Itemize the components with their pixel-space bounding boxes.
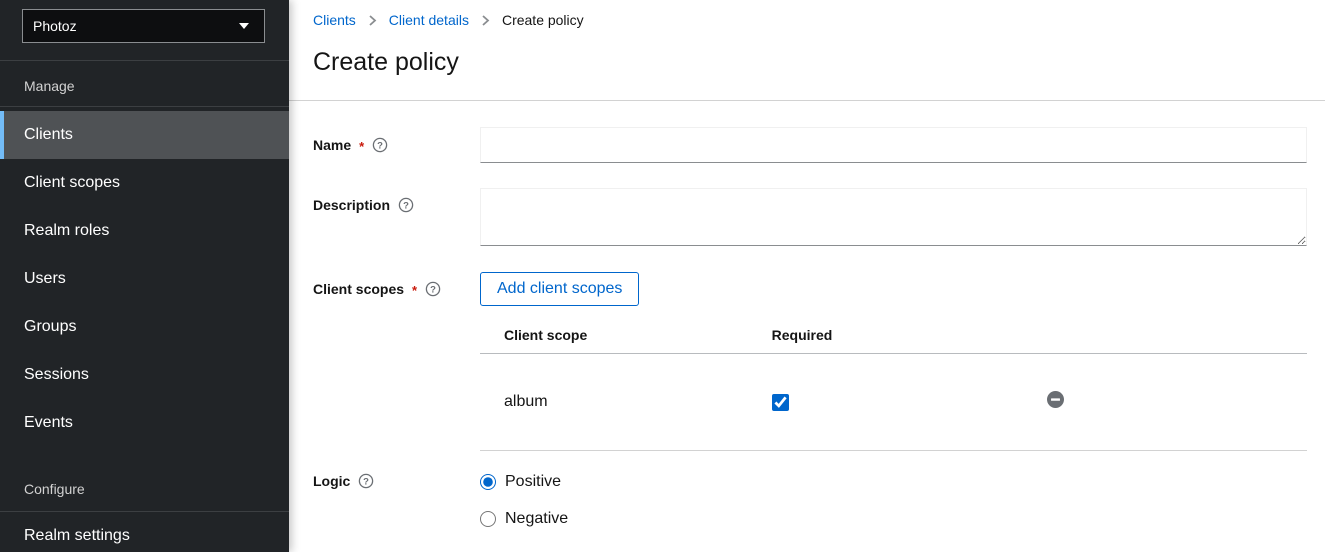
cell-client-scope: album <box>480 393 756 411</box>
svg-text:?: ? <box>363 476 369 487</box>
positive-radio[interactable] <box>480 474 496 490</box>
help-icon[interactable]: ? <box>372 137 388 153</box>
logic-option-positive[interactable]: Positive <box>480 473 1307 491</box>
table-row: album <box>480 354 1307 451</box>
svg-text:?: ? <box>403 200 409 211</box>
name-input[interactable] <box>480 127 1307 163</box>
svg-text:?: ? <box>377 140 383 151</box>
realm-selector-value: Photoz <box>33 18 77 34</box>
client-scopes-table: Client scope Required album <box>480 317 1307 451</box>
description-label: Description ? <box>313 188 480 213</box>
sidebar-item-sessions[interactable]: Sessions <box>0 351 289 399</box>
help-icon[interactable]: ? <box>358 473 374 489</box>
sidebar-item-realm-roles[interactable]: Realm roles <box>0 207 289 255</box>
positive-radio-label: Positive <box>505 473 561 491</box>
breadcrumb: Clients Client details Create policy <box>313 13 1301 28</box>
angle-right-icon <box>368 15 377 26</box>
sidebar: Photoz Manage Clients Client scopes Real… <box>0 0 289 552</box>
logic-option-negative[interactable]: Negative <box>480 510 1307 528</box>
sidebar-item-users[interactable]: Users <box>0 255 289 303</box>
angle-right-icon <box>481 15 490 26</box>
nav-section-title-configure: Configure <box>0 447 289 496</box>
negative-radio[interactable] <box>480 511 496 527</box>
column-header-required: Required <box>756 327 1032 343</box>
form-group-client-scopes: Client scopes * ? Add client scopes Clie… <box>313 272 1307 451</box>
main-content: Clients Client details Create policy Cre… <box>289 0 1325 552</box>
cell-actions <box>1031 391 1307 413</box>
breadcrumb-current: Create policy <box>502 13 584 28</box>
sidebar-divider <box>0 106 289 107</box>
caret-down-icon <box>239 23 249 29</box>
sidebar-item-clients[interactable]: Clients <box>0 111 289 159</box>
app-window: Photoz Manage Clients Client scopes Real… <box>0 0 1325 552</box>
realm-selector[interactable]: Photoz <box>22 9 265 43</box>
description-label-text: Description <box>313 198 390 213</box>
sidebar-nav-configure: Realm settings <box>0 512 289 552</box>
logic-label: Logic ? <box>313 472 480 489</box>
client-scopes-label: Client scopes * ? <box>313 272 480 297</box>
form-group-name: Name * ? <box>313 127 1307 163</box>
remove-row-button[interactable] <box>1047 391 1064 408</box>
sidebar-nav-manage: Clients Client scopes Realm roles Users … <box>0 111 289 447</box>
breadcrumb-link-client-details[interactable]: Client details <box>389 13 469 28</box>
sidebar-item-events[interactable]: Events <box>0 399 289 447</box>
minus-circle-icon <box>1047 391 1064 408</box>
description-textarea[interactable] <box>480 188 1307 246</box>
page-title: Create policy <box>313 49 1301 75</box>
name-label-text: Name <box>313 138 351 153</box>
negative-radio-label: Negative <box>505 510 568 528</box>
required-asterisk: * <box>412 283 417 298</box>
form-group-logic: Logic ? Positive Negative <box>313 472 1307 528</box>
column-header-client-scope: Client scope <box>480 327 756 343</box>
table-header-row: Client scope Required <box>480 317 1307 354</box>
create-policy-form: Name * ? Description ? <box>289 101 1325 528</box>
breadcrumb-link-clients[interactable]: Clients <box>313 13 356 28</box>
cell-required <box>756 394 1032 411</box>
sidebar-item-realm-settings[interactable]: Realm settings <box>0 512 289 552</box>
sidebar-item-groups[interactable]: Groups <box>0 303 289 351</box>
logic-radio-group: Positive Negative <box>480 472 1307 528</box>
nav-section-title-manage: Manage <box>0 61 289 93</box>
help-icon[interactable]: ? <box>398 197 414 213</box>
form-group-description: Description ? <box>313 188 1307 246</box>
svg-text:?: ? <box>430 284 436 295</box>
client-scopes-label-text: Client scopes <box>313 282 404 297</box>
name-label: Name * ? <box>313 127 480 153</box>
page-header: Clients Client details Create policy Cre… <box>289 0 1325 101</box>
sidebar-item-client-scopes[interactable]: Client scopes <box>0 159 289 207</box>
required-checkbox[interactable] <box>772 394 789 411</box>
add-client-scopes-button[interactable]: Add client scopes <box>480 272 639 306</box>
help-icon[interactable]: ? <box>425 281 441 297</box>
logic-label-text: Logic <box>313 474 350 489</box>
client-scopes-control: Add client scopes Client scope Required … <box>480 272 1307 451</box>
required-asterisk: * <box>359 139 364 154</box>
